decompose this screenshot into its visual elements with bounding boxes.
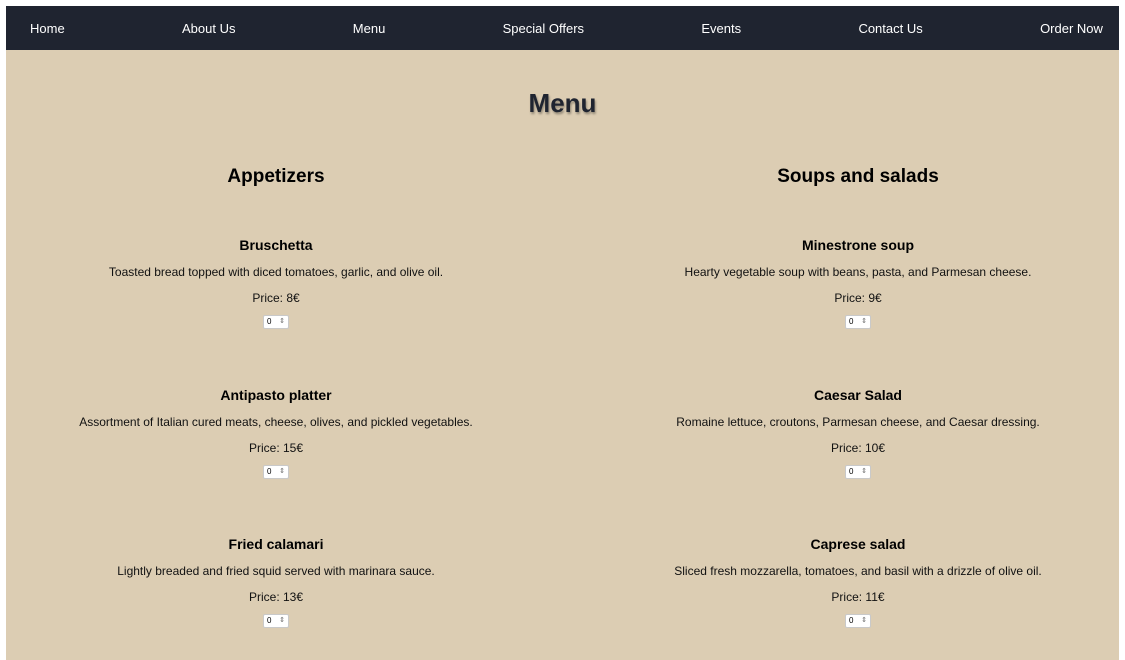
quantity-value: 0 bbox=[849, 317, 854, 326]
menu-item-description: Lightly breaded and fried squid served w… bbox=[117, 564, 435, 578]
quantity-value: 0 bbox=[267, 467, 272, 476]
menu-item-name: Caesar Salad bbox=[814, 387, 902, 403]
nav-link-events[interactable]: Events bbox=[701, 21, 741, 36]
nav-link-contact-us[interactable]: Contact Us bbox=[858, 21, 922, 36]
up-down-arrows-icon[interactable]: ⇕ bbox=[861, 615, 867, 627]
quantity-stepper[interactable]: 0 ⇕ bbox=[263, 465, 289, 479]
menu-item-description: Hearty vegetable soup with beans, pasta,… bbox=[684, 265, 1032, 279]
up-down-arrows-icon[interactable]: ⇕ bbox=[279, 466, 285, 478]
menu-item-price: Price: 8€ bbox=[252, 291, 300, 305]
menu-item: Bruschetta Toasted bread topped with dic… bbox=[6, 236, 546, 329]
menu-item-description: Toasted bread topped with diced tomatoes… bbox=[108, 265, 444, 279]
up-down-arrows-icon[interactable]: ⇕ bbox=[861, 316, 867, 328]
menu-category-appetizers: Appetizers Bruschetta Toasted bread topp… bbox=[6, 164, 546, 628]
menu-item: Minestrone soup Hearty vegetable soup wi… bbox=[588, 236, 1119, 329]
page-title: Menu bbox=[528, 88, 597, 118]
quantity-stepper[interactable]: 0 ⇕ bbox=[263, 614, 289, 628]
menu-item: Antipasto platter Assortment of Italian … bbox=[6, 386, 546, 479]
menu-item-name: Fried calamari bbox=[228, 536, 324, 552]
menu-category-soups-and-salads: Soups and salads Minestrone soup Hearty … bbox=[588, 164, 1119, 628]
quantity-value: 0 bbox=[849, 467, 854, 476]
menu-item: Caprese salad Sliced fresh mozzarella, t… bbox=[588, 535, 1119, 628]
up-down-arrows-icon[interactable]: ⇕ bbox=[279, 316, 285, 328]
nav-link-order-now[interactable]: Order Now bbox=[1040, 21, 1103, 36]
up-down-arrows-icon[interactable]: ⇕ bbox=[861, 466, 867, 478]
page-frame: Home About Us Menu Special Offers Events… bbox=[6, 6, 1119, 660]
quantity-stepper[interactable]: 0 ⇕ bbox=[845, 315, 871, 329]
menu-item-price: Price: 11€ bbox=[831, 590, 885, 604]
nav-link-home[interactable]: Home bbox=[30, 21, 65, 36]
menu-item-name: Minestrone soup bbox=[801, 237, 914, 253]
quantity-stepper[interactable]: 0 ⇕ bbox=[263, 315, 289, 329]
menu-item-name: Caprese salad bbox=[810, 536, 906, 552]
category-title: Appetizers bbox=[227, 166, 325, 187]
menu-item-price: Price: 10€ bbox=[830, 441, 886, 455]
nav-link-special-offers[interactable]: Special Offers bbox=[503, 21, 584, 36]
quantity-stepper[interactable]: 0 ⇕ bbox=[845, 465, 871, 479]
quantity-value: 0 bbox=[267, 317, 272, 326]
menu-item-price: Price: 9€ bbox=[834, 291, 882, 305]
category-title: Soups and salads bbox=[777, 166, 939, 187]
menu-item: Fried calamari Lightly breaded and fried… bbox=[6, 535, 546, 628]
menu-item-price: Price: 13€ bbox=[248, 590, 304, 604]
menu-item-name: Antipasto platter bbox=[220, 387, 332, 403]
up-down-arrows-icon[interactable]: ⇕ bbox=[279, 615, 285, 627]
menu-item-description: Assortment of Italian cured meats, chees… bbox=[79, 415, 473, 429]
menu-item-description: Sliced fresh mozzarella, tomatoes, and b… bbox=[674, 564, 1042, 578]
menu-item: Caesar Salad Romaine lettuce, croutons, … bbox=[588, 386, 1119, 479]
menu-item-price: Price: 15€ bbox=[248, 441, 304, 455]
quantity-stepper[interactable]: 0 ⇕ bbox=[845, 614, 871, 628]
top-navigation-bar: Home About Us Menu Special Offers Events… bbox=[6, 6, 1119, 50]
nav-link-menu[interactable]: Menu bbox=[353, 21, 386, 36]
nav-link-about-us[interactable]: About Us bbox=[182, 21, 235, 36]
menu-item-description: Romaine lettuce, croutons, Parmesan chee… bbox=[676, 415, 1040, 429]
quantity-value: 0 bbox=[849, 616, 854, 625]
menu-item-name: Bruschetta bbox=[239, 237, 313, 253]
quantity-value: 0 bbox=[267, 616, 272, 625]
